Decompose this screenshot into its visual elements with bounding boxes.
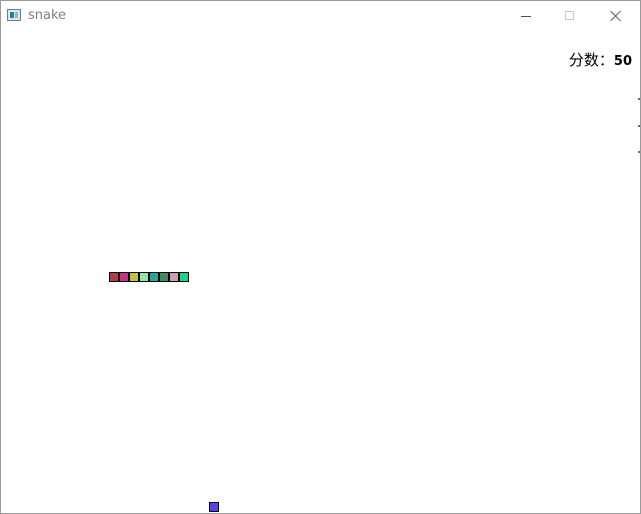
food-block — [209, 502, 219, 512]
score-value: 50 — [613, 54, 632, 69]
maximize-button[interactable] — [548, 1, 593, 31]
minimize-icon — [521, 16, 531, 17]
app-window-icon — [7, 9, 21, 21]
title-bar[interactable]: snake — [1, 1, 640, 32]
snake-segment — [119, 272, 129, 282]
close-button[interactable] — [593, 1, 638, 31]
window-title: snake — [28, 8, 67, 23]
score-display: 分数：50 — [569, 50, 632, 72]
game-board[interactable]: 分数：50 — [1, 32, 640, 513]
right-edge-marks — [638, 98, 640, 154]
snake-segment — [139, 272, 149, 282]
close-icon — [610, 10, 622, 22]
snake-segment — [149, 272, 159, 282]
minimize-button[interactable] — [503, 1, 548, 31]
snake-window: snake 分数：50 — [0, 0, 641, 514]
snake-segment — [179, 272, 189, 282]
snake-segment — [109, 272, 119, 282]
score-label: 分数： — [568, 51, 614, 69]
snake-segment — [129, 272, 139, 282]
maximize-icon — [565, 11, 574, 20]
snake-segment — [159, 272, 169, 282]
snake-segment — [169, 272, 179, 282]
